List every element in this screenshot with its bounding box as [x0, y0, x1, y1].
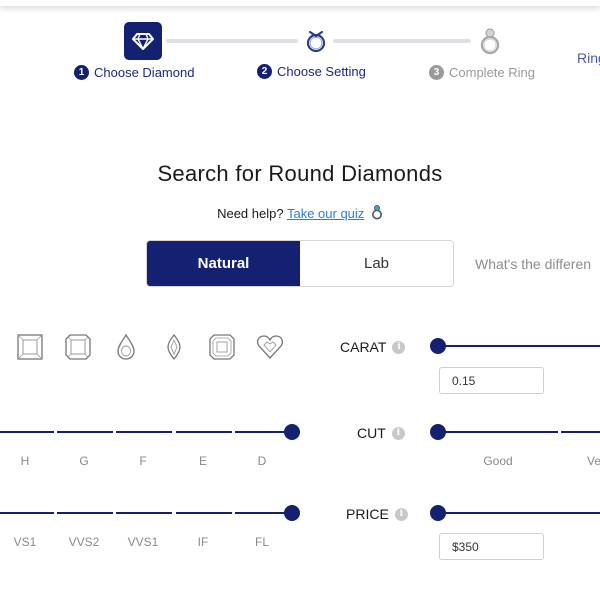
complete-ring-icon[interactable]: [478, 27, 502, 57]
heart-shape-icon[interactable]: [255, 332, 285, 362]
step-3-label[interactable]: 3 Complete Ring: [429, 65, 535, 80]
pear-shape-icon[interactable]: [111, 332, 141, 362]
color-slider-segment[interactable]: [176, 431, 232, 433]
step-1-button[interactable]: [124, 22, 162, 60]
clarity-tick-label: VVS2: [68, 535, 100, 549]
price-filter-label: PRICE i: [346, 506, 408, 522]
info-icon[interactable]: i: [394, 507, 408, 521]
cut-tick-label: Good: [483, 454, 513, 468]
whats-the-difference-link[interactable]: What's the differen: [475, 256, 591, 272]
asscher-shape-icon[interactable]: [207, 332, 237, 362]
color-slider-max-handle[interactable]: [284, 424, 300, 440]
marquise-shape-icon[interactable]: [159, 332, 189, 362]
diamond-icon: [132, 33, 154, 50]
princess-shape-icon[interactable]: [15, 332, 45, 362]
clarity-slider-segment[interactable]: [57, 512, 113, 514]
step-label-text: Choose Diamond: [94, 65, 195, 80]
step-number-badge: 2: [257, 64, 272, 79]
price-slider-min-handle[interactable]: [430, 505, 446, 521]
cut-slider-segment[interactable]: [440, 431, 558, 433]
step-number-badge: 3: [429, 65, 444, 80]
step-1-label[interactable]: 1 Choose Diamond: [74, 65, 194, 80]
color-slider-segment[interactable]: [0, 431, 54, 433]
diamond-type-toggle: Natural Lab: [146, 240, 454, 287]
carat-slider-track[interactable]: [440, 345, 600, 347]
clarity-slider-max-handle[interactable]: [284, 505, 300, 521]
carat-label-text: CARAT: [340, 339, 387, 355]
step-number-badge: 1: [74, 65, 89, 80]
take-quiz-link[interactable]: Take our quiz: [287, 206, 364, 221]
price-slider-track[interactable]: [440, 512, 600, 514]
page-title: Search for Round Diamonds: [157, 161, 443, 186]
info-icon[interactable]: i: [392, 340, 406, 354]
color-tick-label: E: [198, 454, 207, 468]
help-prefix: Need help?: [217, 206, 284, 221]
step-label-text: Choose Setting: [277, 64, 366, 79]
clarity-tick-label: IF: [197, 535, 209, 549]
step-label-text: Complete Ring: [449, 65, 535, 80]
carat-filter-label: CARAT i: [340, 339, 406, 355]
clarity-tick-label: VVS1: [127, 535, 159, 549]
lab-toggle-button[interactable]: Lab: [300, 241, 453, 286]
cut-filter-label: CUT i: [357, 425, 405, 441]
clarity-tick-label: FL: [254, 535, 269, 549]
natural-toggle-button[interactable]: Natural: [147, 241, 300, 286]
color-tick-label: F: [139, 454, 147, 468]
color-slider-segment[interactable]: [57, 431, 113, 433]
step-connector: [166, 39, 298, 43]
cut-label-text: CUT: [357, 425, 386, 441]
cushion-shape-icon[interactable]: [63, 332, 93, 362]
clarity-slider-segment[interactable]: [116, 512, 172, 514]
help-row: Need help? Take our quiz: [0, 205, 600, 221]
color-tick-label: D: [257, 454, 267, 468]
color-slider-segment[interactable]: [116, 431, 172, 433]
carat-min-input[interactable]: 0.15: [439, 367, 544, 394]
ring-setting-icon[interactable]: [304, 28, 328, 54]
clarity-slider-segment[interactable]: [0, 512, 54, 514]
price-label-text: PRICE: [346, 506, 389, 522]
cut-tick-label: Ve: [587, 454, 600, 468]
top-header-bar: [0, 0, 600, 7]
ring-nav-link[interactable]: Ring: [577, 50, 600, 66]
color-tick-label: G: [79, 454, 89, 468]
color-tick-label: H: [20, 454, 30, 468]
step-2-label[interactable]: 2 Choose Setting: [257, 64, 366, 79]
step-connector: [333, 39, 471, 43]
carat-slider-min-handle[interactable]: [430, 338, 446, 354]
info-icon[interactable]: i: [391, 426, 405, 440]
clarity-tick-label: VS1: [13, 535, 37, 549]
price-min-input[interactable]: $350: [439, 533, 544, 560]
clarity-slider-segment[interactable]: [176, 512, 232, 514]
cut-slider-min-handle[interactable]: [430, 424, 446, 440]
ring-quiz-icon: [371, 205, 382, 220]
cut-slider-segment[interactable]: [561, 431, 600, 433]
